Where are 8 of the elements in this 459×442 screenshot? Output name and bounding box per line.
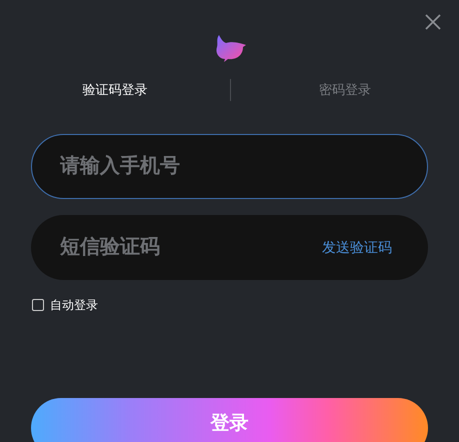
checkbox-label: 自动登录 bbox=[50, 297, 98, 314]
login-tab[interactable]: 验证码登录 bbox=[82, 80, 148, 100]
input-field[interactable]: 请输入手机号 bbox=[31, 134, 428, 199]
login-tab[interactable]: 密码登录 bbox=[318, 80, 371, 100]
checkbox[interactable] bbox=[32, 299, 44, 311]
login-button[interactable]: 登录 bbox=[31, 398, 428, 442]
send-code-link[interactable]: 发送验证码 bbox=[322, 237, 392, 258]
close-button[interactable] bbox=[423, 12, 443, 32]
